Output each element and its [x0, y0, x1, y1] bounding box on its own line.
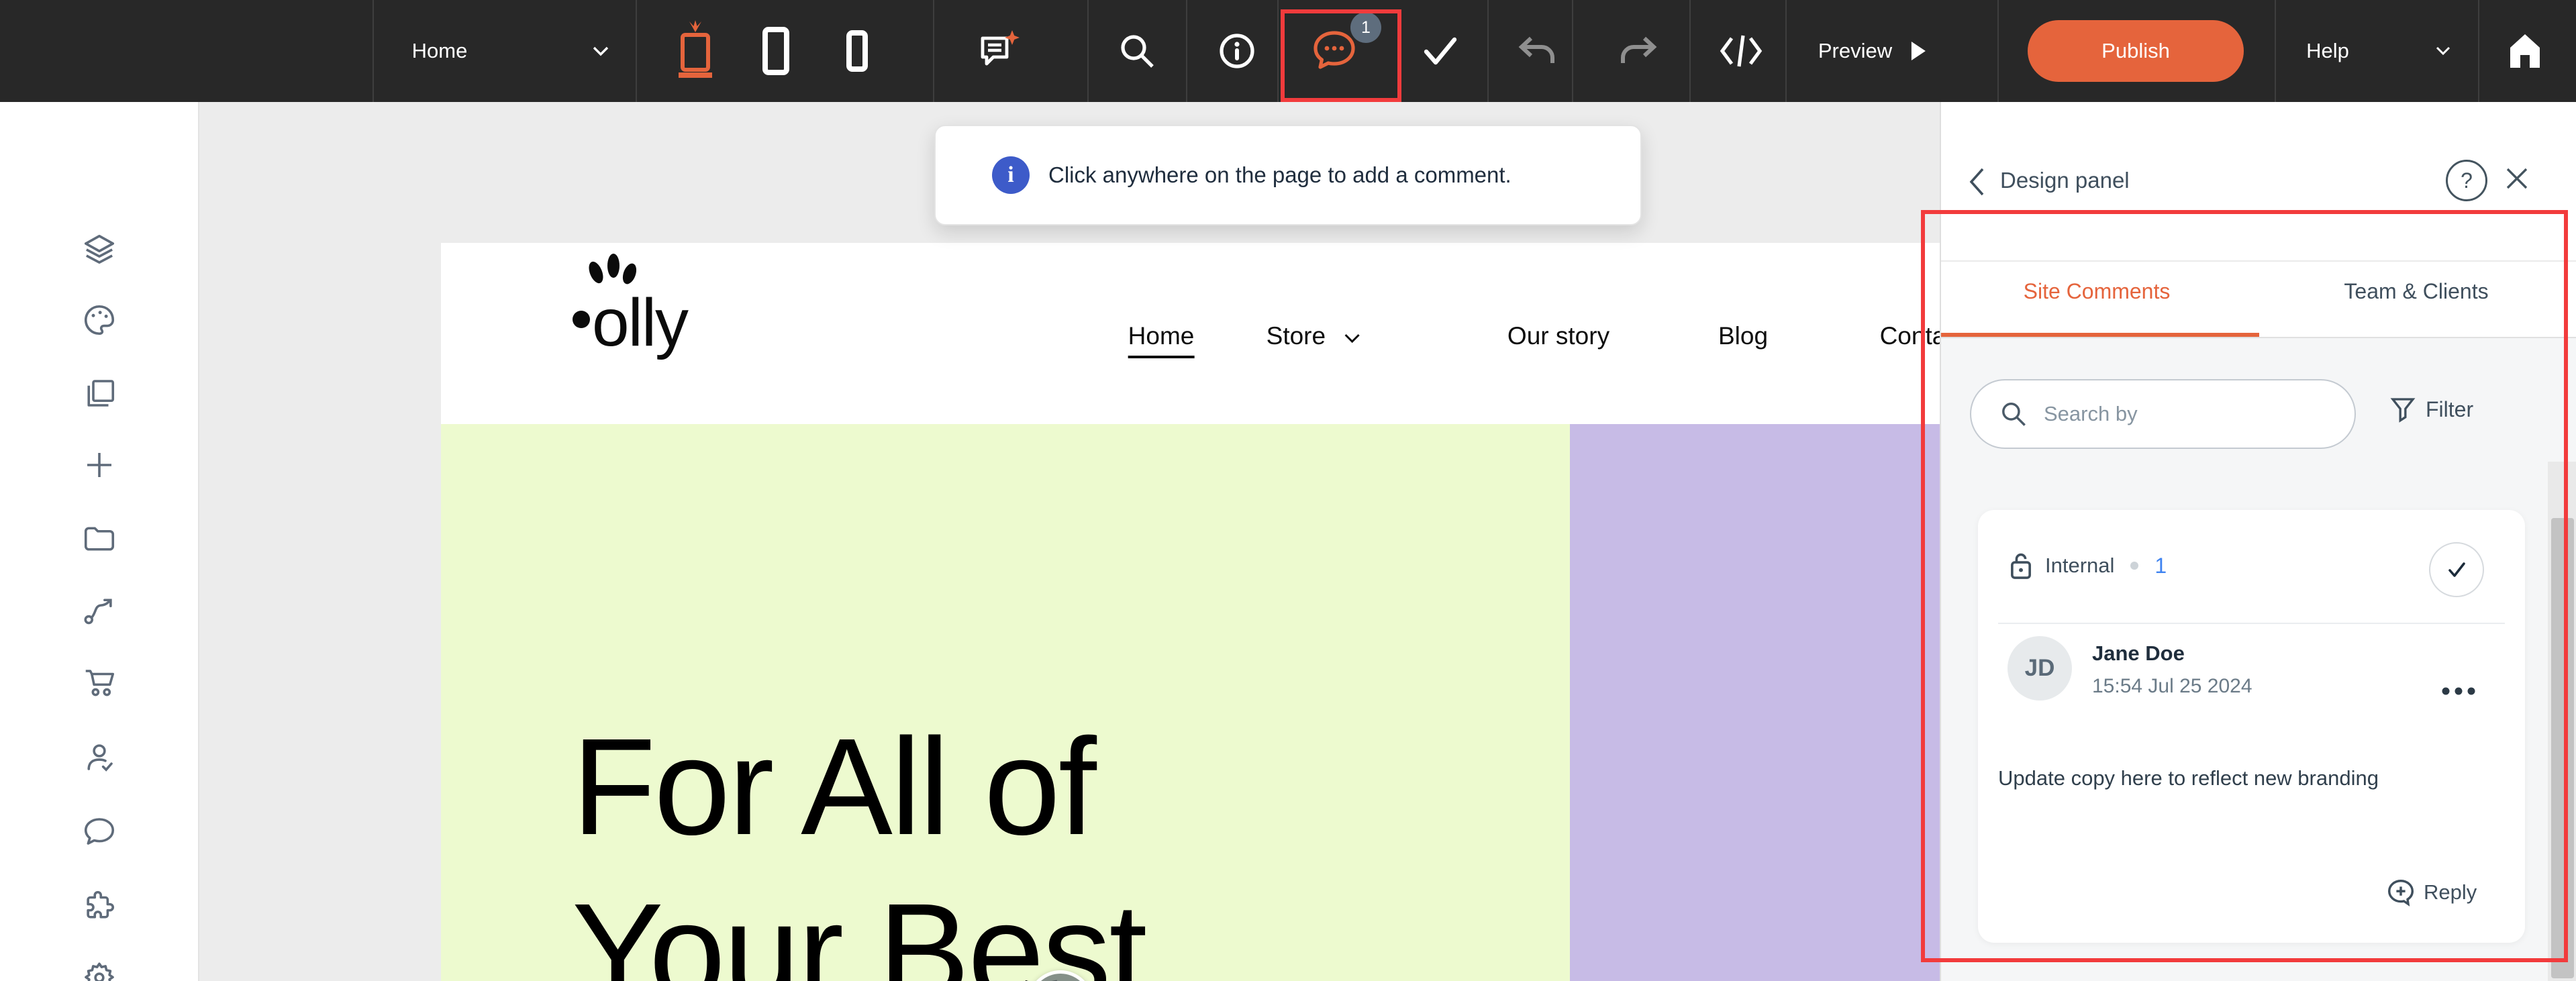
resolve-button[interactable] [2429, 542, 2484, 597]
hero-green-panel: For All of Your Best [441, 424, 1570, 981]
author-name: Jane Doe [2092, 641, 2185, 666]
search-input[interactable] [2042, 401, 2300, 427]
layers-icon[interactable] [81, 231, 117, 268]
workflows-icon[interactable] [81, 592, 117, 629]
panel-help-icon[interactable]: ? [2446, 160, 2487, 201]
left-sidebar [0, 102, 199, 981]
apps-puzzle-icon[interactable] [81, 888, 117, 925]
panel-title: Design panel [2000, 168, 2130, 193]
publish-label: Publish [2101, 39, 2170, 63]
store-cart-icon[interactable] [81, 665, 117, 701]
preview-button[interactable]: Preview [1818, 39, 1927, 63]
undo-icon[interactable] [1516, 32, 1559, 70]
help-label: Help [2306, 39, 2349, 63]
paw-icon [566, 254, 654, 354]
filter-funnel-icon [2389, 395, 2416, 423]
reply-button[interactable]: Reply [2386, 878, 2477, 907]
tablet-view-button[interactable] [761, 25, 791, 76]
pages-icon[interactable] [81, 375, 117, 411]
site-nav-store[interactable]: Store [1267, 322, 1361, 350]
dot-separator [2130, 562, 2138, 570]
design-palette-icon[interactable] [81, 302, 117, 338]
top-toolbar: Home [0, 0, 2576, 102]
active-tab-underline [1941, 333, 2259, 337]
info-icon: i [992, 156, 1030, 194]
comments-panel: Design panel ? Site Comments Team & Clie… [1940, 102, 2576, 981]
add-elements-icon[interactable] [81, 447, 117, 483]
preview-label: Preview [1818, 39, 1892, 63]
search-icon[interactable] [1118, 32, 1156, 70]
chevron-down-icon [1343, 332, 1360, 344]
filter-label: Filter [2426, 397, 2473, 422]
comments-count-badge: 1 [1350, 12, 1381, 43]
tab-site-comments[interactable]: Site Comments [2024, 279, 2171, 304]
more-options-icon[interactable] [2440, 686, 2477, 696]
scrollbar-thumb[interactable] [2551, 518, 2574, 978]
info-icon[interactable] [1218, 32, 1256, 70]
mobile-view-button[interactable] [846, 30, 869, 72]
thread-header: Internal 1 [2008, 550, 2167, 581]
members-icon[interactable] [81, 739, 117, 775]
hero-heading: For All of Your Best [572, 705, 1145, 981]
lock-icon [2008, 550, 2034, 581]
close-icon[interactable] [2502, 164, 2532, 193]
check-icon [2443, 556, 2470, 583]
code-icon[interactable] [1718, 30, 1764, 72]
desktop-view-button[interactable] [673, 17, 717, 85]
tab-team-clients[interactable]: Team & Clients [2344, 279, 2488, 304]
reply-bubble-icon [2386, 878, 2416, 907]
search-icon [1999, 400, 2028, 428]
page-selector-label: Home [412, 39, 468, 63]
chat-icon[interactable] [81, 813, 117, 849]
play-icon [1910, 40, 1927, 62]
ai-assistant-icon[interactable] [975, 28, 1022, 74]
site-nav-our-story[interactable]: Our story [1507, 322, 1609, 350]
help-chevron-icon[interactable] [2435, 46, 2451, 56]
site-nav-home[interactable]: Home [1128, 322, 1195, 358]
page-selector-chevron-icon[interactable] [591, 45, 610, 57]
comment-mode-tooltip: i Click anywhere on the page to add a co… [934, 125, 1642, 225]
help-menu[interactable]: Help [2306, 39, 2349, 63]
panel-body: Filter Internal 1 JD Jane Doe 15:54 Jul … [1941, 338, 2576, 981]
settings-gear-icon[interactable] [81, 960, 117, 981]
tooltip-text: Click anywhere on the page to add a comm… [1048, 162, 1512, 188]
card-divider [1998, 623, 2505, 624]
site-nav-blog[interactable]: Blog [1718, 322, 1768, 350]
comment-timestamp: 15:54 Jul 25 2024 [2092, 675, 2252, 698]
panel-scrollbar[interactable] [2548, 462, 2576, 981]
dashboard-home-icon[interactable] [2506, 32, 2544, 70]
avatar: JD [2008, 636, 2072, 701]
comment-thread-card: Internal 1 JD Jane Doe 15:54 Jul 25 2024… [1978, 510, 2525, 943]
search-box[interactable] [1970, 379, 2356, 449]
filter-button[interactable]: Filter [2389, 395, 2473, 423]
publish-button[interactable]: Publish [2028, 20, 2244, 82]
back-icon[interactable] [1967, 166, 1987, 197]
media-folder-icon[interactable] [81, 521, 117, 557]
site-logo: olly [592, 285, 687, 362]
reply-label: Reply [2424, 880, 2477, 905]
comment-count[interactable]: 1 [2154, 554, 2167, 578]
panel-header: Design panel ? [1941, 102, 2576, 260]
redo-icon[interactable] [1616, 32, 1659, 70]
visibility-label: Internal [2045, 554, 2114, 578]
editor-screen: olly Home Store Our story Blog Contact u… [0, 0, 2576, 981]
comment-text: Update copy here to reflect new branding [1998, 758, 2455, 798]
saved-check-icon[interactable] [1420, 30, 1461, 72]
page-selector[interactable]: Home [412, 39, 468, 63]
